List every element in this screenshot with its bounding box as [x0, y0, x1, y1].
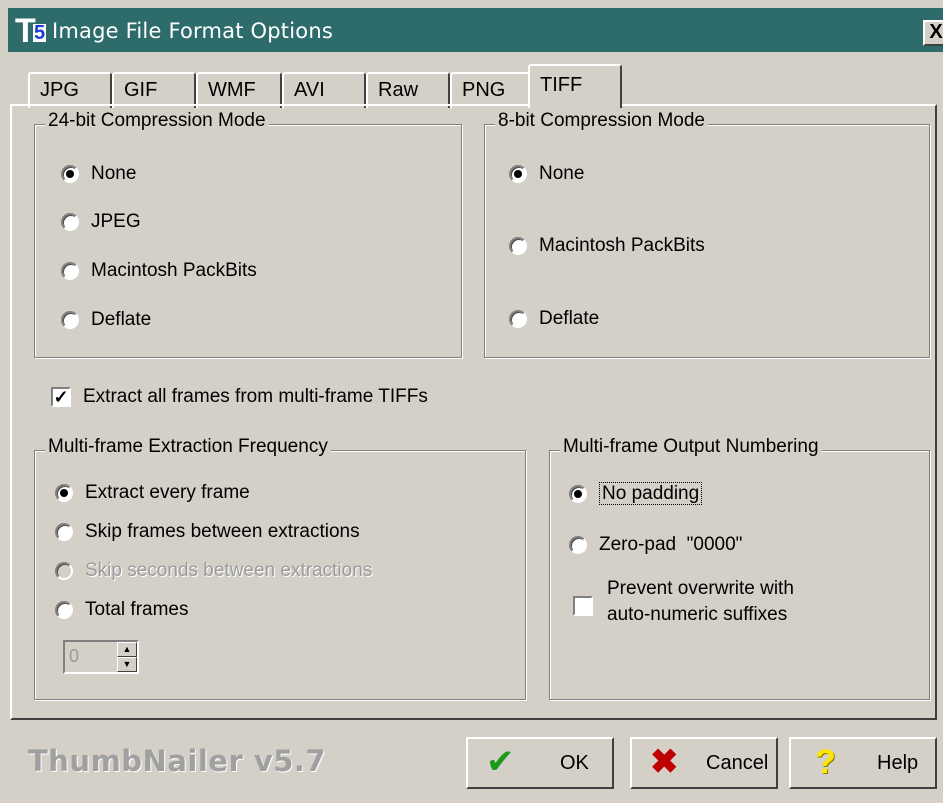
tab-raw[interactable]: Raw	[366, 72, 450, 108]
radio-skip-frames[interactable]: Skip frames between extractions	[55, 518, 360, 546]
radio-8-deflate-indicator[interactable]	[509, 309, 527, 328]
radio-24-deflate-label: Deflate	[91, 309, 152, 330]
radio-8-packbits-indicator[interactable]	[509, 236, 527, 255]
radio-8-packbits[interactable]: Macintosh PackBits	[509, 232, 705, 260]
prevent-overwrite-label-line2: auto-numeric suffixes	[607, 604, 788, 625]
tab-gif[interactable]: GIF	[112, 72, 196, 108]
radio-zero-pad-indicator[interactable]	[569, 535, 587, 554]
tab-tiff[interactable]: TIFF	[528, 64, 622, 108]
tab-jpg[interactable]: JPG	[28, 72, 112, 108]
frame-count-value: 0	[69, 646, 80, 666]
brand-text: ThumbNailer v5.7	[28, 744, 327, 778]
help-question-icon: ?	[815, 743, 836, 781]
radio-8-none[interactable]: None	[509, 160, 584, 188]
radio-24-packbits[interactable]: Macintosh PackBits	[61, 257, 257, 285]
radio-no-padding-indicator[interactable]	[569, 484, 587, 503]
radio-8-none-indicator[interactable]	[509, 164, 527, 183]
radio-zero-pad[interactable]: Zero-pad "0000"	[569, 531, 742, 559]
help-button-label: Help	[877, 752, 919, 774]
close-button[interactable]: X	[923, 20, 943, 46]
radio-total-frames[interactable]: Total frames	[55, 596, 188, 624]
tab-png[interactable]: PNG	[450, 72, 532, 108]
radio-24-none-label: None	[91, 163, 137, 184]
radio-8-packbits-label: Macintosh PackBits	[539, 235, 705, 256]
radio-8-deflate-label: Deflate	[539, 308, 600, 329]
radio-total-frames-indicator[interactable]	[55, 600, 73, 619]
frame-count-spinner: 0 ▲ ▼	[63, 640, 139, 674]
radio-skip-seconds-label: Skip seconds between extractions	[85, 560, 373, 581]
checkmark-icon: ✔	[486, 743, 515, 781]
ok-button-label: OK	[560, 752, 589, 774]
radio-24-jpeg-indicator[interactable]	[61, 212, 79, 231]
prevent-overwrite-label-line1: Prevent overwrite with	[607, 578, 794, 599]
radio-24-packbits-indicator[interactable]	[61, 261, 79, 280]
tab-avi[interactable]: AVI	[282, 72, 366, 108]
thumbnailer-app-icon: T5	[15, 12, 46, 50]
output-numbering-title: Multi-frame Output Numbering	[560, 436, 822, 458]
spinner-up-arrow-icon: ▲	[117, 642, 137, 657]
radio-24-jpeg[interactable]: JPEG	[61, 208, 141, 236]
help-button[interactable]: ? Help	[789, 737, 937, 789]
prevent-overwrite-box[interactable]	[573, 595, 593, 616]
radio-skip-seconds: Skip seconds between extractions	[55, 557, 372, 585]
radio-skip-frames-indicator[interactable]	[55, 522, 73, 541]
ok-button[interactable]: ✔ OK	[466, 737, 614, 789]
extract-all-frames-checkbox[interactable]: ✓ Extract all frames from multi-frame TIF…	[51, 383, 428, 411]
radio-8-deflate[interactable]: Deflate	[509, 305, 599, 333]
prevent-overwrite-checkbox[interactable]	[573, 592, 605, 616]
radio-extract-every-frame[interactable]: Extract every frame	[55, 479, 250, 507]
radio-no-padding-label: No padding	[599, 482, 703, 505]
cancel-button[interactable]: ✖ Cancel	[630, 737, 778, 789]
title-bar[interactable]: T5 Image File Format Options X	[8, 8, 943, 52]
radio-24-deflate[interactable]: Deflate	[61, 306, 151, 334]
cancel-button-label: Cancel	[706, 752, 769, 774]
tab-wmf[interactable]: WMF	[196, 72, 282, 108]
compression-24bit-title: 24-bit Compression Mode	[45, 110, 269, 132]
compression-8bit-title: 8-bit Compression Mode	[495, 110, 708, 132]
extract-all-frames-label: Extract all frames from multi-frame TIFF…	[83, 386, 428, 407]
radio-zero-pad-label: Zero-pad "0000"	[599, 534, 743, 555]
radio-24-jpeg-label: JPEG	[91, 211, 141, 232]
radio-24-deflate-indicator[interactable]	[61, 310, 79, 329]
radio-total-frames-label: Total frames	[85, 599, 189, 620]
radio-24-none[interactable]: None	[61, 160, 136, 188]
radio-skip-seconds-indicator	[55, 561, 73, 580]
extraction-frequency-title: Multi-frame Extraction Frequency	[45, 436, 331, 458]
radio-extract-every-frame-indicator[interactable]	[55, 483, 73, 502]
radio-24-none-indicator[interactable]	[61, 164, 79, 183]
window-title: Image File Format Options	[52, 19, 333, 43]
spinner-down-arrow-icon: ▼	[117, 657, 137, 672]
radio-8-none-label: None	[539, 163, 585, 184]
radio-skip-frames-label: Skip frames between extractions	[85, 521, 360, 542]
options-dialog: T5 Image File Format Options X JPG GIF W…	[0, 0, 943, 803]
extract-all-checkmark-icon[interactable]: ✓	[51, 386, 71, 407]
radio-no-padding[interactable]: No padding	[569, 480, 703, 508]
radio-extract-every-frame-label: Extract every frame	[85, 482, 250, 503]
radio-24-packbits-label: Macintosh PackBits	[91, 260, 257, 281]
cancel-x-icon: ✖	[650, 743, 679, 781]
